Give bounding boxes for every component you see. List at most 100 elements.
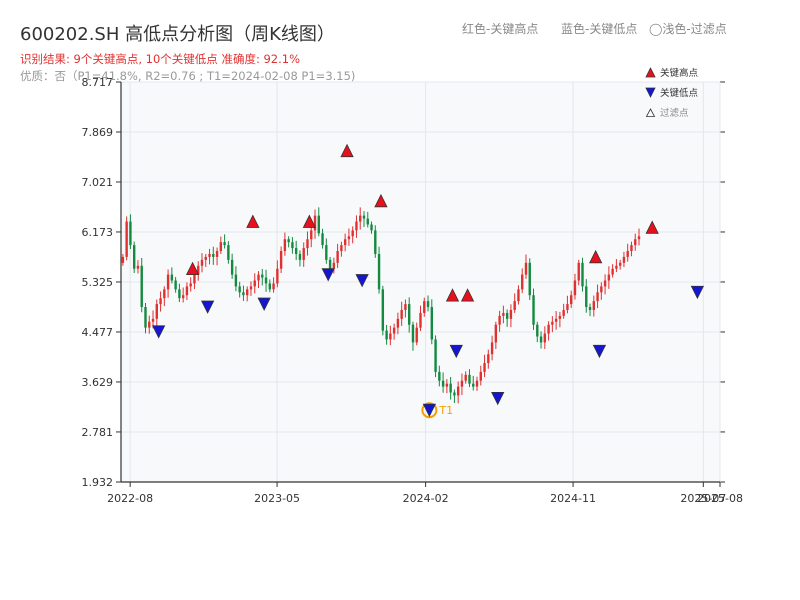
candle-body [144, 307, 147, 328]
candle-body [362, 215, 366, 219]
candle-body [449, 383, 452, 393]
candle-body [611, 268, 614, 275]
candle-body [607, 274, 611, 281]
legend-hint-filtered: ◯浅色-过滤点 [649, 22, 727, 36]
candle-body [325, 245, 328, 260]
x-tick-label: 2023-05 [254, 492, 300, 505]
candle-body [249, 286, 253, 290]
candle-body [434, 339, 437, 372]
candle-body [551, 321, 554, 325]
candle-body [603, 280, 607, 287]
legend-hint-high: 红色-关键高点 [462, 22, 539, 36]
candle-body [359, 215, 362, 222]
candle-body [163, 289, 166, 299]
candle-body [321, 233, 324, 246]
candle-body [219, 242, 223, 252]
candle-body [136, 265, 140, 269]
candle-body [291, 242, 294, 249]
result-summary: 识别结果: 9个关键高点, 10个关键低点 准确度: 92.1% [20, 52, 301, 66]
candle-body [272, 283, 275, 290]
candle-body [317, 215, 320, 234]
candle-body [569, 295, 573, 305]
candle-body [539, 336, 543, 343]
candle-body [174, 280, 177, 290]
candle-body [423, 301, 426, 313]
candle-body [536, 324, 539, 337]
candle-body [159, 298, 162, 305]
candle-body [573, 280, 577, 296]
x-tick-label: 2022-08 [107, 492, 153, 505]
candle-body [223, 242, 226, 246]
candle-body [253, 280, 256, 287]
candle-body [566, 304, 569, 310]
candle-body [377, 253, 381, 290]
legend-label-high: 关键高点 [660, 68, 699, 79]
hollow-triangle-icon [645, 107, 656, 117]
candle-body [588, 307, 592, 310]
candle-body [517, 289, 520, 302]
candle-body [630, 245, 633, 252]
candle-body [313, 215, 317, 231]
candle-body [637, 236, 641, 240]
candle-body [170, 274, 174, 281]
candle-body [178, 289, 181, 299]
candle-body [181, 295, 185, 299]
legend-item-low: 关键低点 [645, 85, 698, 99]
t1-label: T1 [438, 404, 453, 417]
candle-body [419, 312, 422, 328]
candle-body [129, 221, 132, 246]
candle-body [528, 262, 531, 296]
candle-body [302, 248, 305, 260]
candle-body [261, 274, 264, 278]
candle-body [502, 312, 505, 316]
candle-body [279, 251, 283, 269]
candle-body [366, 218, 369, 225]
candle-body [426, 301, 430, 308]
candle-body [483, 363, 486, 372]
candle-body [626, 251, 629, 257]
candle-body [441, 380, 445, 387]
candle-body [558, 315, 562, 319]
candle-body [151, 318, 155, 322]
candle-body [524, 262, 528, 275]
candle-body [596, 292, 599, 302]
candle-body [227, 245, 230, 260]
candle-body [392, 327, 396, 334]
candle-body [332, 262, 336, 269]
candle-body [234, 274, 238, 287]
candle-body [445, 383, 449, 387]
candle-body [238, 286, 241, 293]
candle-body [468, 374, 471, 384]
candle-body [215, 251, 219, 257]
candle-body [554, 318, 558, 322]
candle-body [212, 253, 215, 257]
candle-body [355, 221, 358, 231]
candle-body [494, 324, 498, 343]
candle-body [328, 259, 332, 269]
candle-body [166, 274, 170, 290]
candle-body [464, 374, 467, 381]
page-title: 600202.SH 高低点分析图（周K线图） [20, 24, 335, 45]
legend-label-low: 关键低点 [660, 88, 699, 99]
candle-body [347, 236, 351, 240]
blue-triangle-down-icon [645, 87, 656, 98]
y-tick-label: 1.932 [82, 476, 114, 489]
candle-body [189, 283, 192, 287]
candle-body [513, 301, 516, 310]
candle-body [472, 383, 475, 387]
candle-body [453, 392, 456, 396]
candle-body [509, 309, 513, 319]
y-tick-label: 5.325 [82, 276, 114, 289]
candle-body [193, 274, 196, 284]
candle-body [400, 309, 403, 319]
candle-body [505, 312, 509, 319]
candle-body [438, 371, 441, 381]
legend-label-filtered: 过滤点 [660, 108, 689, 119]
legend-item-filtered: 过滤点 [645, 105, 689, 119]
candle-body [389, 333, 392, 340]
candle-body [276, 268, 279, 284]
candle-body [532, 295, 535, 325]
candle-body [125, 221, 128, 257]
candle-body [404, 304, 407, 310]
candle-body [430, 307, 434, 340]
